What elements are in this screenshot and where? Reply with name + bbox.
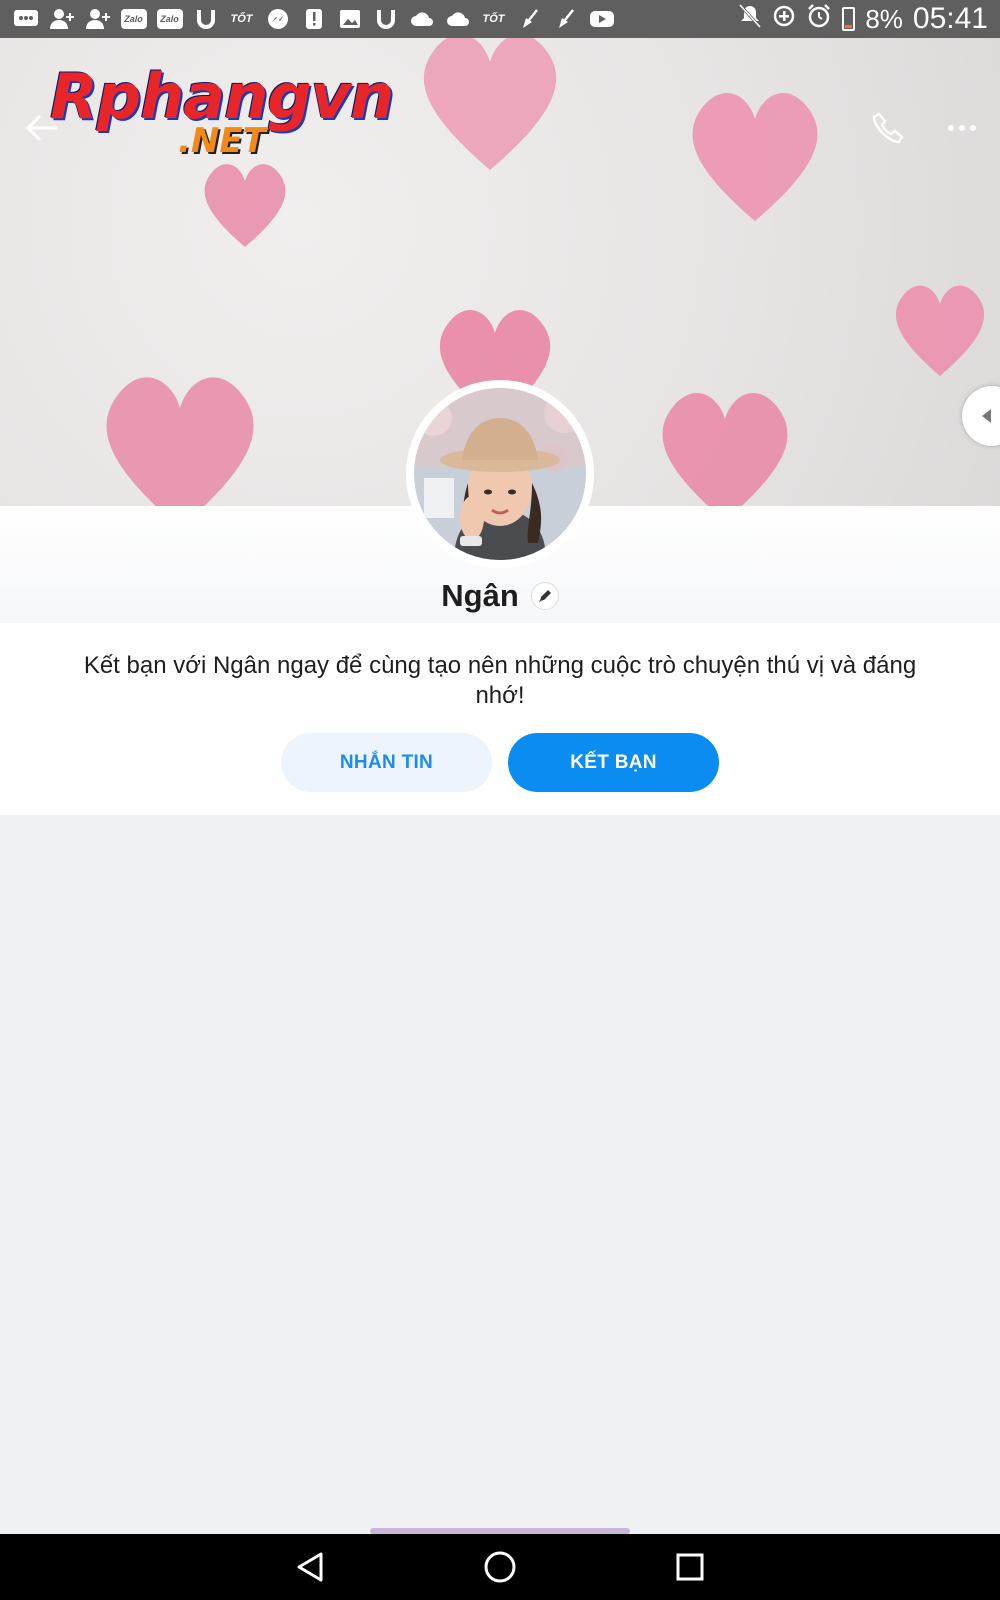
- edit-name-button[interactable]: [530, 582, 559, 610]
- u-icon: [192, 8, 219, 30]
- back-nav-button[interactable]: [290, 1547, 330, 1587]
- messages-icon: [12, 8, 39, 30]
- profile-name-row: Ngân: [0, 578, 1000, 614]
- battery-icon: [842, 7, 856, 31]
- zalo-icon: Zalo: [120, 8, 147, 30]
- u-icon: [372, 8, 399, 30]
- avatar-image: [414, 388, 586, 560]
- watermark-logo: Rphangvn .NET: [50, 60, 394, 161]
- heart-decoration: [895, 285, 985, 376]
- recents-nav-button[interactable]: [670, 1547, 710, 1587]
- cloud-icon: [408, 8, 435, 30]
- status-bar: Zalo Zalo TỐT TỐT 8% 05:41: [0, 0, 1000, 38]
- more-options-button[interactable]: [940, 108, 984, 148]
- call-button[interactable]: [866, 108, 910, 148]
- pencil-icon: [538, 590, 551, 602]
- gallery-icon: [336, 8, 363, 30]
- avatar[interactable]: [406, 380, 594, 568]
- alarm-icon: [806, 3, 832, 36]
- notification-icons: Zalo Zalo TỐT TỐT: [12, 8, 615, 30]
- youtube-icon: [588, 8, 615, 30]
- cloud-icon: [444, 8, 471, 30]
- battery-level: 8%: [865, 3, 903, 34]
- broom-icon: [552, 8, 579, 30]
- recents-square-icon: [676, 1553, 704, 1581]
- home-nav-button[interactable]: [480, 1547, 520, 1587]
- add-friend-button[interactable]: KẾT BẠN: [508, 733, 719, 792]
- clock: 05:41: [912, 2, 988, 35]
- heart-decoration: [662, 393, 788, 506]
- mute-icon: [738, 3, 762, 36]
- heart-decoration: [106, 377, 254, 506]
- data-saver-icon: [772, 4, 796, 35]
- profile-name: Ngân: [441, 578, 519, 613]
- zalo-icon: Zalo: [156, 8, 183, 30]
- messenger-icon: [264, 8, 291, 30]
- tot-icon: TỐT: [230, 13, 253, 25]
- system-status: 8% 05:41: [738, 2, 988, 36]
- side-panel-toggle[interactable]: [962, 386, 1000, 446]
- tot-icon: TỐT: [482, 13, 505, 25]
- back-triangle-icon: [297, 1552, 323, 1582]
- broom-icon: [516, 8, 543, 30]
- message-button[interactable]: NHẮN TIN: [281, 733, 492, 792]
- alert-icon: [300, 8, 327, 30]
- navigation-bar: [0, 1534, 1000, 1600]
- home-circle-icon: [484, 1551, 516, 1583]
- friend-request-card: Kết bạn với Ngân ngay để cùng tạo nên nh…: [0, 623, 1000, 815]
- add-friend-icon: [48, 8, 75, 30]
- add-friend-icon: [84, 8, 111, 30]
- heart-decoration: [423, 38, 557, 170]
- heart-decoration: [692, 92, 818, 222]
- invite-text: Kết bạn với Ngân ngay để cùng tạo nên nh…: [83, 652, 917, 709]
- heart-decoration: [204, 164, 286, 247]
